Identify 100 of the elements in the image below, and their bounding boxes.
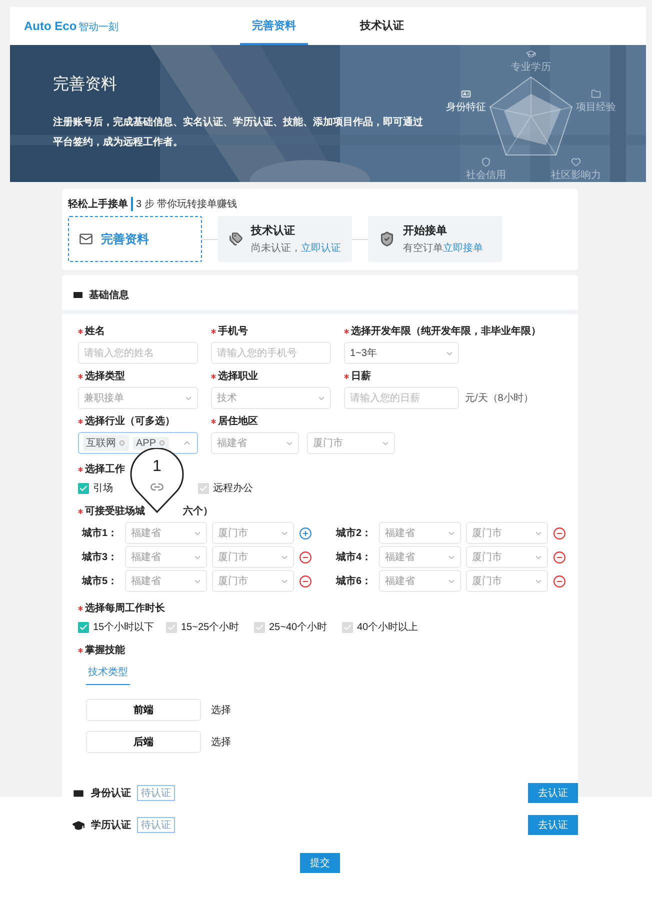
city-label: 城市5： [82, 574, 119, 588]
radar-icon [461, 88, 471, 98]
remove-icon[interactable] [553, 526, 566, 540]
text-input[interactable]: 请输入您的日薪 [344, 387, 459, 409]
select-link[interactable]: 选择 [211, 735, 231, 749]
radar-icon [481, 156, 491, 166]
radar-label: 项目经验 [576, 100, 616, 114]
industry-tag[interactable]: 互联网 [83, 435, 129, 451]
steps-title: 轻松上手接单 [68, 197, 133, 211]
certification-title: 学历认证 [91, 818, 131, 832]
radar-icon [591, 88, 601, 98]
checkbox[interactable] [78, 482, 89, 494]
certify-button[interactable]: 去认证 [528, 783, 578, 803]
certify-button[interactable]: 去认证 [528, 815, 578, 835]
skill-option[interactable]: 后端 [86, 731, 201, 753]
shield-check-icon [379, 231, 395, 247]
field-label: 选择行业（可多选） [85, 414, 175, 428]
step-card[interactable]: 技术认证 尚未认证，立即认证 [218, 216, 352, 262]
city-label: 城市6： [336, 574, 373, 588]
step-title: 技术认证 [251, 224, 296, 238]
banner-title: 完善资料 [53, 74, 118, 95]
nav-tab[interactable]: 技术认证 [348, 7, 416, 45]
dropdown[interactable]: 厦门市 [212, 522, 294, 544]
checkbox[interactable] [342, 622, 353, 632]
city-label: 城市1： [82, 526, 119, 540]
radar-label: 身份特征 [446, 100, 486, 114]
close-icon[interactable] [158, 439, 166, 447]
graduation-cap-icon [72, 818, 85, 832]
field-label: 手机号 [218, 324, 248, 338]
banner-description: 注册账号后，完成基础信息、实名认证、学历认证、技能、添加项目作品，即可通过平台签约，成为远程工作者。 [53, 115, 424, 150]
skill-option[interactable]: 前端 [86, 699, 201, 721]
field-label: 选择每周工作时长 [85, 602, 165, 615]
dropdown[interactable]: 技术 [211, 387, 331, 409]
field-label: 居住地区 [218, 414, 258, 428]
dropdown[interactable]: 厦门市 [466, 570, 548, 592]
step-note: 有空订单立即接单 [403, 242, 483, 255]
dropdown[interactable]: 厦门市 [212, 570, 294, 592]
checkbox-label: 40个小时以上 [357, 620, 418, 634]
dropdown[interactable]: 福建省 [211, 432, 299, 454]
select-link[interactable]: 选择 [211, 703, 231, 717]
step-card[interactable]: 开始接单 有空订单立即接单 [368, 216, 502, 262]
step-link[interactable]: 立即认证 [301, 243, 341, 254]
checkbox-label: 25~40个小时 [269, 620, 328, 634]
checkbox[interactable] [78, 622, 89, 632]
dropdown[interactable]: 厦门市 [212, 546, 294, 568]
submit-button[interactable]: 提交 [300, 853, 340, 873]
field-label: 选择类型 [85, 370, 125, 383]
step-title: 开始接单 [403, 224, 448, 238]
checkbox[interactable] [254, 622, 265, 632]
dropdown[interactable]: 福建省 [125, 570, 207, 592]
dropdown[interactable]: 兼职接单 [78, 387, 198, 409]
step-title: 完善资料 [101, 230, 149, 248]
steps-subtitle: 3 步 带你玩转接单赚钱 [136, 198, 238, 211]
add-icon[interactable] [299, 526, 312, 540]
dropdown[interactable]: 1~3年 [344, 342, 459, 364]
checkbox-label: 远程办公 [213, 482, 253, 495]
checkbox-label: 15个小时以下 [93, 620, 154, 634]
radar-icon [571, 156, 581, 166]
skill-tab[interactable]: 技术类型 [86, 661, 130, 685]
unit-label: 元/天（8小时） [465, 392, 534, 405]
field-label: 可接受驻场城 [85, 504, 145, 518]
close-icon[interactable] [118, 439, 126, 447]
step-link[interactable]: 立即接单 [443, 243, 483, 254]
dropdown[interactable]: 厦门市 [466, 546, 548, 568]
city-label: 城市3： [82, 550, 119, 564]
remove-icon[interactable] [553, 574, 566, 588]
remove-icon[interactable] [299, 550, 312, 564]
field-label: 姓名 [85, 324, 105, 338]
remove-icon[interactable] [299, 574, 312, 588]
dropdown[interactable]: 厦门市 [307, 432, 395, 454]
dropdown[interactable]: 福建省 [379, 570, 461, 592]
dropdown[interactable]: 福建省 [379, 522, 461, 544]
logo-text: Auto Eco [24, 18, 77, 32]
field-label: 选择工作 [85, 462, 125, 476]
dropdown[interactable]: 厦门市 [466, 522, 548, 544]
dropdown[interactable]: 福建省 [379, 546, 461, 568]
radar-icon [526, 48, 536, 58]
envelope-icon [79, 232, 93, 246]
card-title: 基础信息 [89, 288, 129, 302]
field-label: 日薪 [351, 370, 371, 383]
text-input[interactable]: 请输入您的姓名 [78, 342, 198, 364]
field-label: 选择职业 [218, 370, 258, 383]
status-tag: 待认证 [137, 785, 175, 801]
checkbox-label: 15~25个小时 [181, 620, 240, 634]
radar-label: 社区影响力 [551, 168, 601, 182]
dropdown[interactable]: 福建省 [125, 546, 207, 568]
certification-title: 身份认证 [91, 786, 131, 800]
field-label: 选择开发年限（纯开发年限，非毕业年限） [351, 324, 541, 338]
city-label: 城市2： [336, 526, 373, 540]
checkbox[interactable] [198, 482, 209, 494]
industry-tag[interactable]: APP [133, 436, 170, 450]
dropdown[interactable]: 福建省 [125, 522, 207, 544]
radar-label: 社会信用 [466, 168, 506, 182]
step-card[interactable]: 完善资料 [68, 216, 202, 262]
city-label: 城市4： [336, 550, 373, 564]
text-input[interactable]: 请输入您的手机号 [211, 342, 331, 364]
checkbox[interactable] [166, 622, 177, 632]
logo-subtitle: 智动一刻 [78, 20, 119, 34]
remove-icon[interactable] [553, 550, 566, 564]
field-label: 掌握技能 [85, 644, 125, 657]
